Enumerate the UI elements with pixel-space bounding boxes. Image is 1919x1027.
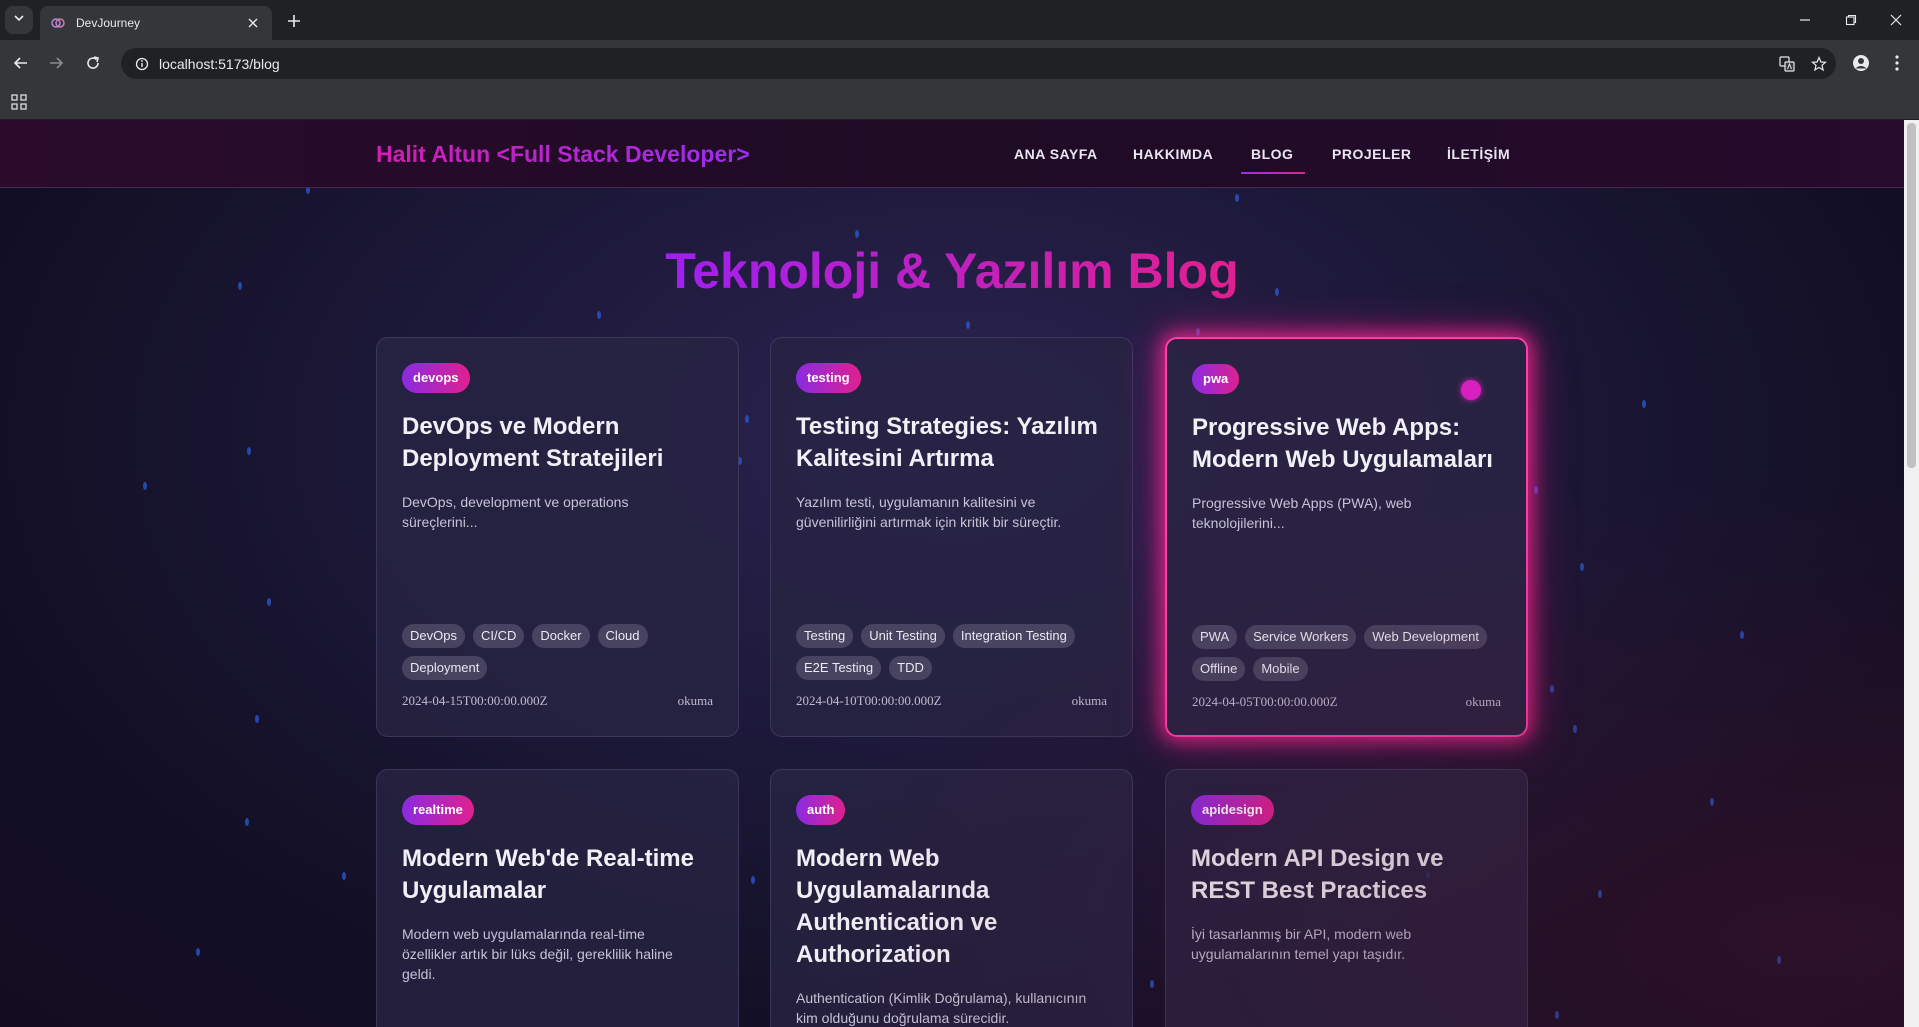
tag[interactable]: CI/CD xyxy=(472,624,525,648)
tag[interactable]: Integration Testing xyxy=(952,624,1075,648)
tab-title: DevJourney xyxy=(76,16,141,30)
chevron-down-icon xyxy=(13,11,25,29)
site-info-icon[interactable] xyxy=(127,49,157,79)
close-tab-icon[interactable] xyxy=(244,14,262,32)
translate-icon[interactable] xyxy=(1772,49,1802,79)
site-header: Halit Altun <Full Stack Developer> ANA S… xyxy=(0,120,1904,188)
tag[interactable]: Unit Testing xyxy=(861,624,945,648)
read-time: okuma xyxy=(677,693,713,708)
tag[interactable]: Deployment xyxy=(402,656,488,680)
tag[interactable]: Web Development xyxy=(1364,625,1487,649)
card-title[interactable]: Testing Strategies: Yazılım Kalitesini A… xyxy=(796,411,1116,475)
tag[interactable]: TDD xyxy=(889,656,932,680)
category-badge: auth xyxy=(796,795,846,825)
tag[interactable]: Cloud xyxy=(597,624,648,648)
blog-card[interactable]: apidesign Modern API Design ve REST Best… xyxy=(1165,769,1528,1027)
back-button[interactable] xyxy=(7,49,35,77)
bookmarks-bar xyxy=(0,86,1919,120)
read-time: okuma xyxy=(1465,694,1501,709)
nav-contact[interactable]: İLETİŞİM xyxy=(1447,146,1510,162)
tag[interactable]: Mobile xyxy=(1253,657,1308,681)
card-excerpt: DevOps, development ve operations süreçl… xyxy=(402,494,629,530)
tag-list: Testing Unit Testing Integration Testing… xyxy=(796,624,1116,680)
category-badge: devops xyxy=(402,363,470,393)
profile-icon[interactable] xyxy=(1846,48,1876,78)
site-brand[interactable]: Halit Altun <Full Stack Developer> xyxy=(376,141,750,168)
blog-card[interactable]: testing Testing Strategies: Yazılım Kali… xyxy=(770,337,1133,737)
favicon-icon xyxy=(50,15,66,31)
card-excerpt: Authentication (Kimlik Doğrulama), kulla… xyxy=(796,990,1087,1026)
forward-button[interactable] xyxy=(42,49,70,77)
card-title[interactable]: Modern Web Uygulamalarında Authenticatio… xyxy=(796,843,1036,971)
tag[interactable]: Offline xyxy=(1192,657,1246,681)
category-badge: testing xyxy=(796,363,861,393)
minimize-button[interactable] xyxy=(1782,0,1828,40)
tag[interactable]: PWA xyxy=(1192,625,1238,649)
nav-blog[interactable]: BLOG xyxy=(1251,146,1293,162)
tag[interactable]: Service Workers xyxy=(1245,625,1357,649)
browser-tab[interactable]: DevJourney xyxy=(40,6,272,40)
card-title[interactable]: Modern Web'de Real-time Uygulamalar xyxy=(402,843,722,907)
card-title[interactable]: DevOps ve Modern Deployment Stratejileri xyxy=(402,411,722,475)
page-title: Teknoloji & Yazılım Blog xyxy=(665,243,1239,299)
restore-button[interactable] xyxy=(1828,0,1874,40)
card-excerpt: Yazılım testi, uygulamanın kalitesini ve… xyxy=(796,494,1062,530)
tag-list: PWA Service Workers Web Development Offl… xyxy=(1192,625,1512,681)
browser-menu-icon[interactable] xyxy=(1882,48,1912,78)
tag[interactable]: Docker xyxy=(532,624,590,648)
nav-home[interactable]: ANA SAYFA xyxy=(1014,146,1098,162)
card-title[interactable]: Progressive Web Apps: Modern Web Uygulam… xyxy=(1192,412,1512,476)
tab-search-button[interactable] xyxy=(5,6,33,34)
category-badge: pwa xyxy=(1192,364,1240,394)
tag[interactable]: DevOps xyxy=(402,624,465,648)
page-viewport: Halit Altun <Full Stack Developer> ANA S… xyxy=(0,120,1904,1027)
url-text: localhost:5173/blog xyxy=(159,55,280,72)
blog-card[interactable]: realtime Modern Web'de Real-time Uygulam… xyxy=(376,769,739,1027)
address-bar[interactable]: localhost:5173/blog xyxy=(121,48,1836,79)
card-excerpt: Modern web uygulamalarında real-time öze… xyxy=(402,926,673,982)
new-tab-button[interactable] xyxy=(281,8,307,34)
post-date: 2024-04-10T00:00:00.000Z xyxy=(796,693,942,708)
tag[interactable]: Testing xyxy=(796,624,854,648)
cursor-glow-dot xyxy=(1461,380,1481,400)
scrollbar-thumb[interactable] xyxy=(1907,123,1916,468)
category-badge: apidesign xyxy=(1191,795,1274,825)
blog-card[interactable]: devops DevOps ve Modern Deployment Strat… xyxy=(376,337,739,737)
read-time: okuma xyxy=(1071,693,1107,708)
post-date: 2024-04-05T00:00:00.000Z xyxy=(1192,694,1338,709)
post-date: 2024-04-15T00:00:00.000Z xyxy=(402,693,548,708)
apps-grid-icon[interactable] xyxy=(8,91,30,113)
card-excerpt: Progressive Web Apps (PWA), web teknoloj… xyxy=(1192,495,1412,531)
category-badge: realtime xyxy=(402,795,474,825)
browser-tab-strip: DevJourney xyxy=(0,0,1919,40)
bookmark-star-icon[interactable] xyxy=(1804,49,1834,79)
close-window-button[interactable] xyxy=(1873,0,1919,40)
card-title[interactable]: Modern API Design ve REST Best Practices xyxy=(1191,843,1461,907)
tag-list: DevOps CI/CD Docker Cloud Deployment xyxy=(402,624,722,680)
card-excerpt: İyi tasarlanmış bir API, modern web uygu… xyxy=(1191,926,1412,962)
blog-card[interactable]: auth Modern Web Uygulamalarında Authenti… xyxy=(770,769,1133,1027)
tag[interactable]: E2E Testing xyxy=(796,656,882,680)
active-nav-indicator xyxy=(1241,172,1305,174)
reload-button[interactable] xyxy=(79,49,107,77)
page-scrollbar[interactable] xyxy=(1904,120,1919,1027)
nav-about[interactable]: HAKKIMDA xyxy=(1133,146,1213,162)
nav-projects[interactable]: PROJELER xyxy=(1332,146,1411,162)
